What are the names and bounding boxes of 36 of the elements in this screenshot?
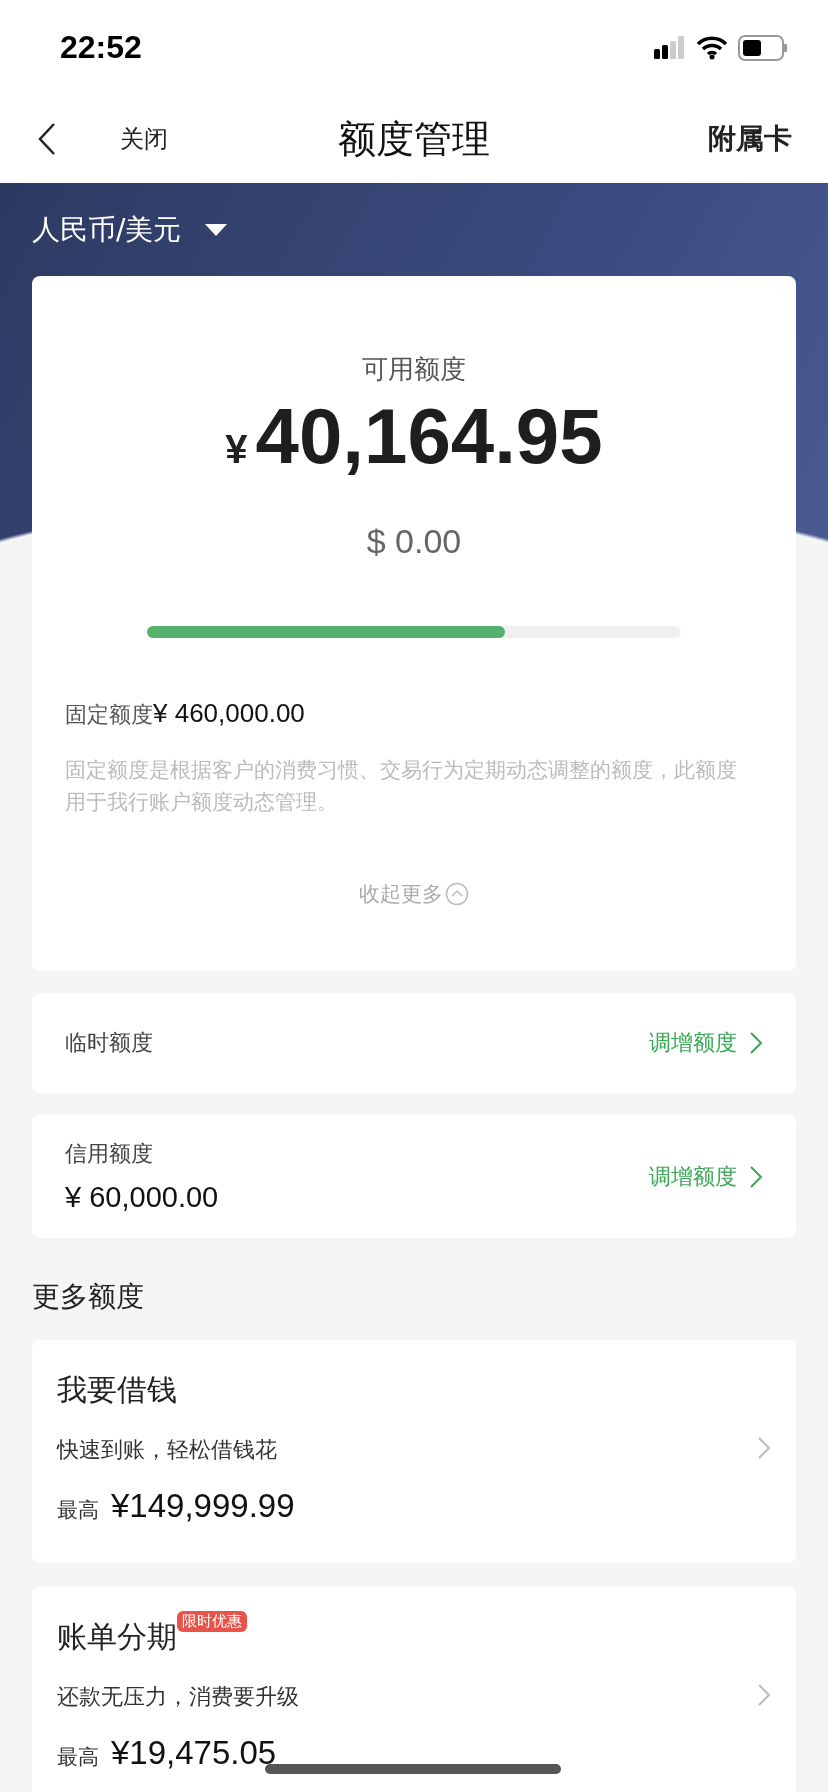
promo-badge: 限时优惠 [177, 1611, 247, 1632]
offer-amount: ¥19,475.05 [111, 1734, 277, 1772]
available-amount: 40,164.95 [255, 391, 603, 482]
currency-selector[interactable]: 人民币/美元 [32, 183, 228, 276]
wifi-icon [696, 35, 728, 60]
section-title: 更多额度 [32, 1279, 145, 1315]
chevron-up-circle-icon [445, 882, 469, 906]
chevron-right-icon [749, 1031, 763, 1055]
fixed-limit-amount: ¥ 460,000.00 [153, 698, 305, 729]
offer-title: 我要借钱 [57, 1371, 177, 1409]
back-icon[interactable] [36, 122, 58, 156]
available-limit-label: 可用额度 [362, 353, 466, 386]
offer-subtitle: 还款无压力，消费要升级 [57, 1683, 299, 1711]
fixed-limit-label: 固定额度 [65, 701, 153, 729]
close-link[interactable]: 关闭 [120, 123, 168, 155]
page-title: 额度管理 [338, 115, 490, 163]
status-time: 22:52 [60, 29, 142, 66]
offer-amount: ¥149,999.99 [111, 1487, 295, 1525]
chevron-right-icon [749, 1164, 763, 1189]
fixed-limit-description: 固定额度是根据客户的消费习惯、交易行为定期动态调整的额度，此额度用于我行账户额度动态管理。 [65, 757, 738, 816]
offer-subtitle: 快速到账，轻松借钱花 [57, 1436, 278, 1464]
offer-title: 账单分期 [57, 1618, 177, 1656]
usd-amount: $ 0.00 [366, 522, 462, 561]
offer-card[interactable]: 我要借钱 快速到账，轻松借钱花 最高 ¥149,999.99 [32, 1340, 796, 1563]
chevron-right-icon [757, 1435, 771, 1460]
chevron-right-icon [757, 1682, 771, 1707]
supplementary-card-link[interactable]: 附属卡 [708, 120, 792, 158]
limit-label: 信用额度 [65, 1140, 154, 1168]
signal-icon [654, 34, 686, 61]
max-label: 最高 [57, 1744, 99, 1771]
battery-icon [738, 34, 788, 61]
max-label: 最高 [57, 1497, 99, 1524]
limit-amount: ¥ 60,000.00 [65, 1181, 219, 1214]
currency-symbol: ¥ [225, 427, 248, 472]
dropdown-caret-icon [205, 223, 228, 236]
limit-label: 临时额度 [65, 1029, 153, 1057]
